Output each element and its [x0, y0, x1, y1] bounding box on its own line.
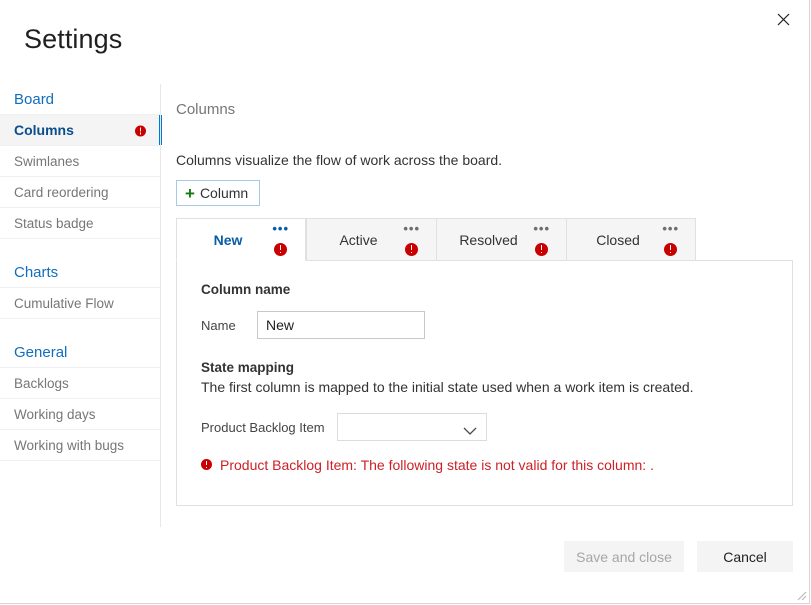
panel-spacer: [201, 339, 768, 359]
page-title: Settings: [24, 22, 122, 56]
sidebar-item-working-with-bugs[interactable]: Working with bugs: [0, 430, 160, 461]
column-settings-panel: Column name Name State mapping The first…: [176, 260, 793, 506]
sidebar-group-charts: Charts: [0, 257, 160, 288]
tab-label: Closed: [596, 232, 640, 248]
tab-active[interactable]: Active •••: [306, 218, 436, 261]
validation-error-text: Product Backlog Item: The following stat…: [220, 456, 654, 474]
state-mapping-header: State mapping: [201, 359, 768, 377]
sidebar-item-working-days[interactable]: Working days: [0, 399, 160, 430]
resize-grip-icon[interactable]: [794, 588, 807, 601]
product-backlog-item-label: Product Backlog Item: [201, 420, 337, 435]
sidebar-item-backlogs[interactable]: Backlogs: [0, 368, 160, 399]
sidebar-group-board: Board: [0, 84, 160, 115]
state-mapping-row: Product Backlog Item: [201, 413, 768, 441]
settings-content: Columns Columns visualize the flow of wo…: [176, 84, 793, 527]
sidebar-item-label: Card reordering: [14, 185, 109, 200]
tab-new[interactable]: New •••: [176, 218, 306, 261]
sidebar-item-card-reordering[interactable]: Card reordering: [0, 177, 160, 208]
sidebar-divider-2: [0, 319, 160, 337]
cancel-button[interactable]: Cancel: [697, 541, 793, 572]
sidebar-item-label: Swimlanes: [14, 154, 79, 169]
settings-sidebar: Board Columns Swimlanes Card reordering …: [0, 84, 160, 603]
save-and-close-button[interactable]: Save and close: [564, 541, 684, 572]
settings-dialog: Settings Board Columns Swimlanes Card re…: [0, 0, 810, 604]
ellipsis-icon[interactable]: •••: [533, 225, 550, 233]
sidebar-divider-1: [0, 239, 160, 257]
tab-closed[interactable]: Closed •••: [566, 218, 696, 261]
column-tabstrip: New ••• Active ••• Resolved ••• Closed •…: [176, 218, 793, 261]
sidebar-item-swimlanes[interactable]: Swimlanes: [0, 146, 160, 177]
close-icon: [777, 13, 790, 26]
error-icon: [274, 240, 287, 256]
error-icon: [405, 240, 418, 256]
add-column-label: Column: [200, 185, 248, 201]
sidebar-item-status-badge[interactable]: Status badge: [0, 208, 160, 239]
tab-label: New: [214, 232, 243, 248]
error-icon: [535, 240, 548, 256]
sidebar-item-cumulative-flow[interactable]: Cumulative Flow: [0, 288, 160, 319]
dialog-header: Settings: [0, 0, 809, 78]
ellipsis-icon[interactable]: •••: [662, 225, 679, 233]
error-icon: [201, 459, 212, 470]
content-heading: Columns: [176, 100, 793, 120]
close-button[interactable]: [768, 4, 798, 34]
tab-label: Active: [339, 232, 377, 248]
name-label: Name: [201, 318, 257, 333]
add-column-button[interactable]: + Column: [176, 180, 260, 206]
product-backlog-item-select[interactable]: [337, 413, 487, 441]
sidebar-item-label: Cumulative Flow: [14, 296, 114, 311]
sidebar-item-label: Working with bugs: [14, 438, 124, 453]
sidebar-group-general: General: [0, 337, 160, 368]
content-description: Columns visualize the flow of work acros…: [176, 151, 793, 169]
dialog-footer: Save and close Cancel: [0, 527, 809, 603]
tab-label: Resolved: [459, 232, 517, 248]
state-mapping-description: The first column is mapped to the initia…: [201, 378, 768, 397]
sidebar-item-columns[interactable]: Columns: [0, 115, 160, 146]
sidebar-item-label: Backlogs: [14, 376, 69, 391]
chevron-down-icon: [463, 423, 477, 439]
error-icon: [664, 240, 677, 256]
column-name-header: Column name: [201, 281, 768, 299]
column-name-row: Name: [201, 311, 768, 339]
plus-icon: +: [185, 185, 195, 202]
sidebar-item-label: Columns: [14, 122, 74, 138]
sidebar-item-label: Working days: [14, 407, 96, 422]
sidebar-content-divider: [160, 84, 161, 527]
name-input[interactable]: [257, 311, 425, 339]
ellipsis-icon[interactable]: •••: [272, 225, 289, 233]
sidebar-item-label: Status badge: [14, 216, 94, 231]
error-icon: [135, 115, 146, 146]
tab-resolved[interactable]: Resolved •••: [436, 218, 566, 261]
ellipsis-icon[interactable]: •••: [403, 225, 420, 233]
validation-error: Product Backlog Item: The following stat…: [201, 456, 768, 474]
